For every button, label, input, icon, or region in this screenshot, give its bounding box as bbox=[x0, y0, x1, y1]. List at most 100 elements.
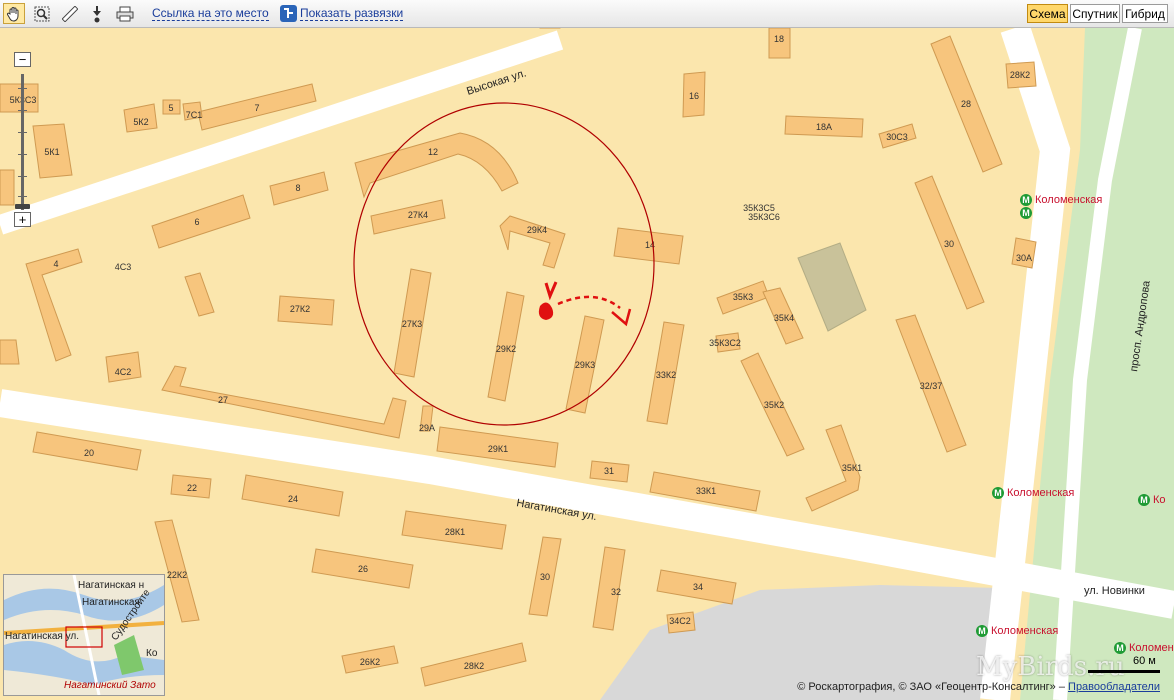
label-26k2: 26К2 bbox=[360, 657, 380, 667]
print-icon[interactable] bbox=[114, 3, 136, 24]
watermark: MyBirds.ru bbox=[976, 652, 1125, 682]
metro-label: Коломенская bbox=[991, 625, 1059, 637]
label-8: 8 bbox=[295, 183, 300, 193]
metro-label: Ко bbox=[1153, 494, 1166, 506]
label-28k1: 28К1 bbox=[445, 527, 465, 537]
show-junctions-link[interactable]: Показать развязки bbox=[300, 6, 404, 21]
metro-cut-1[interactable]: M Ко bbox=[1138, 494, 1166, 506]
ruler-icon[interactable] bbox=[59, 3, 81, 24]
label-12: 12 bbox=[428, 147, 438, 157]
zoom-tick bbox=[18, 176, 27, 177]
label-7c1: 7С1 bbox=[186, 110, 203, 120]
zoom-tick bbox=[18, 88, 27, 89]
metro-label: Коломенская bbox=[1035, 194, 1103, 206]
mode-satellite-button[interactable]: Спутник bbox=[1070, 4, 1120, 23]
label-35k4: 35К4 bbox=[774, 313, 794, 323]
metro-icon: M bbox=[992, 487, 1004, 499]
minimap-label: Нагатинская ул. bbox=[5, 631, 79, 642]
zoom-area-icon[interactable] bbox=[31, 3, 53, 24]
label-6: 6 bbox=[194, 217, 199, 227]
zoom-slider-thumb[interactable] bbox=[15, 204, 30, 209]
metro-kolomenskaya-2[interactable]: M Коломенская bbox=[992, 487, 1074, 499]
label-27k3: 27К3 bbox=[402, 319, 422, 329]
metro-icon: M bbox=[1020, 207, 1032, 219]
label-16: 16 bbox=[689, 91, 699, 101]
label-28: 28 bbox=[961, 99, 971, 109]
label-35k2: 35К2 bbox=[764, 400, 784, 410]
zoom-tick bbox=[18, 132, 27, 133]
label-29k2: 29К2 bbox=[496, 344, 516, 354]
zoom-out-button[interactable]: − bbox=[14, 52, 31, 67]
label-7: 7 bbox=[254, 103, 259, 113]
building-left-small bbox=[0, 169, 15, 206]
label-4c3: 4С3 bbox=[115, 262, 132, 272]
rights-holders-link[interactable]: Правообладатели bbox=[1068, 681, 1160, 693]
zoom-tick bbox=[18, 154, 27, 155]
label-34c2: 34С2 bbox=[669, 616, 691, 626]
label-27k4: 27К4 bbox=[408, 210, 428, 220]
building-left-b bbox=[0, 339, 20, 365]
metro-label: Коломенская bbox=[1007, 487, 1075, 499]
label-4c2: 4С2 bbox=[115, 367, 132, 377]
metro-kolomenskaya-3[interactable]: M Коломенская bbox=[976, 625, 1058, 637]
metro-icon: M bbox=[976, 625, 988, 637]
label-30: 30 bbox=[540, 572, 550, 582]
pin-icon[interactable] bbox=[86, 3, 108, 24]
label-29k1: 29К1 bbox=[488, 444, 508, 454]
metro-icon: M bbox=[1020, 194, 1032, 206]
scale-bar bbox=[1088, 670, 1160, 673]
metro-icon: M bbox=[1138, 494, 1150, 506]
minimap-label: Ко bbox=[146, 648, 158, 659]
mode-hybrid-button[interactable]: Гибрид bbox=[1122, 4, 1168, 23]
label-22: 22 bbox=[187, 483, 197, 493]
label-29k4: 29К4 bbox=[527, 225, 547, 235]
label-5k1: 5К1 bbox=[44, 147, 59, 157]
map-viewport[interactable]: 12 8 7 7С1 5 5К2 5К1 5К3С3 6 4 4С3 4С2 2… bbox=[0, 28, 1174, 700]
label-34: 34 bbox=[693, 582, 703, 592]
metro-icon-secondary: M bbox=[1020, 207, 1032, 219]
label-29k3: 29К3 bbox=[575, 360, 595, 370]
zoom-tick bbox=[18, 110, 27, 111]
metro-label: Коломенская bbox=[1129, 642, 1174, 654]
label-22k2: 22К2 bbox=[167, 570, 187, 580]
zoom-in-button[interactable]: + bbox=[14, 212, 31, 227]
label-32-37: 32/37 bbox=[920, 381, 943, 391]
label-32: 32 bbox=[611, 587, 621, 597]
minimap-canvas: Нагатинская н Нагатинская ул. Нагатинска… bbox=[4, 575, 164, 695]
label-18a: 18А bbox=[816, 122, 832, 132]
label-27k2: 27К2 bbox=[290, 304, 310, 314]
label-35k3c6: 35К3С6 bbox=[748, 212, 780, 222]
zoom-tick bbox=[18, 196, 27, 197]
label-33k1: 33К1 bbox=[696, 486, 716, 496]
minimap-label: Нагатинская н bbox=[78, 580, 144, 591]
label-24: 24 bbox=[288, 494, 298, 504]
label-35k3c2: 35К3С2 bbox=[709, 338, 741, 348]
copyright: © Роскартография, © ЗАО «Геоцентр-Консал… bbox=[797, 681, 1160, 693]
scale-label: 60 м bbox=[1133, 655, 1156, 667]
toolbar: Ссылка на это место Показать развязки Сх… bbox=[0, 0, 1174, 28]
minimap-label: Нагатинский Зато bbox=[64, 680, 156, 691]
label-30b: 30 bbox=[944, 239, 954, 249]
label-5k2: 5К2 bbox=[133, 117, 148, 127]
hand-icon[interactable] bbox=[3, 3, 25, 24]
label-33k2: 33К2 bbox=[656, 370, 676, 380]
label-29a: 29А bbox=[419, 423, 435, 433]
label-26: 26 bbox=[358, 564, 368, 574]
mode-schema-button[interactable]: Схема bbox=[1027, 4, 1068, 23]
label-31: 31 bbox=[604, 466, 614, 476]
label-27: 27 bbox=[218, 395, 228, 405]
label-30a: 30А bbox=[1016, 253, 1032, 263]
label-30c3: 30С3 bbox=[886, 132, 908, 142]
label-4: 4 bbox=[53, 259, 58, 269]
junction-icon[interactable] bbox=[280, 5, 297, 22]
map-canvas: 12 8 7 7С1 5 5К2 5К1 5К3С3 6 4 4С3 4С2 2… bbox=[0, 28, 1174, 700]
label-35k3: 35К3 bbox=[733, 292, 753, 302]
overview-minimap[interactable]: Нагатинская н Нагатинская ул. Нагатинска… bbox=[3, 574, 165, 696]
label-18: 18 bbox=[774, 34, 784, 44]
zoom-slider-track[interactable] bbox=[21, 74, 24, 210]
label-35k1: 35К1 bbox=[842, 463, 862, 473]
metro-kolomenskaya-1[interactable]: M Коломенская bbox=[1020, 194, 1102, 206]
label-28k2: 28К2 bbox=[1010, 70, 1030, 80]
copyright-text: © Роскартография, © ЗАО «Геоцентр-Консал… bbox=[797, 681, 1065, 693]
link-to-place[interactable]: Ссылка на это место bbox=[152, 6, 269, 21]
